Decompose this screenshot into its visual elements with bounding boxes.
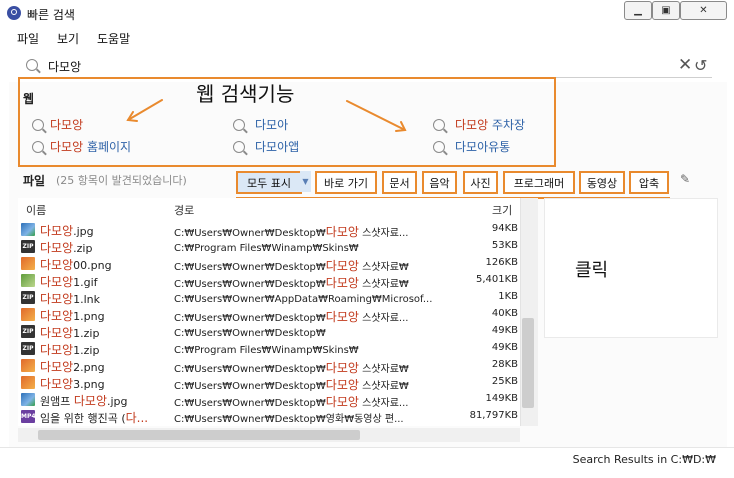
- file-png-icon: [21, 257, 35, 270]
- files-count: (25 항목이 발견되었습니다): [56, 174, 187, 187]
- file-zip-icon: ZIP: [21, 291, 35, 304]
- file-zip-icon: ZIP: [21, 325, 35, 338]
- file-name: 다모앙1.zip: [40, 343, 100, 357]
- status-text: Search Results in C:₩D:₩: [572, 453, 716, 466]
- file-jpg-icon: [21, 223, 35, 236]
- status-bar: Search Results in C:₩D:₩: [0, 447, 734, 478]
- filter-video[interactable]: 동영상: [579, 171, 625, 194]
- arrow-left: [127, 99, 163, 121]
- files-heading: 파일: [23, 174, 46, 188]
- filter-dropdown-icon[interactable]: ▼: [300, 171, 311, 192]
- file-name: 다모앙1.lnk: [40, 292, 101, 306]
- table-row[interactable]: ZIP 다모앙1.zip C:₩Users₩Owner₩Desktop₩ 49KB: [18, 323, 536, 340]
- table-row[interactable]: 다모앙2.png C:₩Users₩Owner₩Desktop₩다모앙 스샷자료₩…: [18, 357, 536, 375]
- table-row[interactable]: MP4 임을 위한 행진곡 (다... C:₩Users₩Owner₩Desktop…: [18, 408, 536, 425]
- file-name: 다모앙1.zip: [40, 326, 100, 340]
- table-row[interactable]: 다모앙.jpg C:₩Users₩Owner₩Desktop₩다모앙 스샷자료..…: [18, 221, 536, 239]
- click-annotation-label: 클릭: [575, 260, 609, 281]
- file-path: C:₩Users₩Owner₩Desktop₩: [174, 328, 326, 339]
- file-table: 이름 경로 크기 다모앙.jpg C:₩Users₩Owner₩Desktop₩다…: [18, 198, 536, 426]
- arrow-right: [346, 100, 406, 131]
- file-name: 다모앙00.png: [40, 258, 112, 272]
- file-size: 94KB: [491, 223, 518, 234]
- table-row[interactable]: 다모앙00.png C:₩Users₩Owner₩Desktop₩다모앙 스샷자료…: [18, 255, 536, 273]
- file-size: 5,401KB: [475, 274, 518, 285]
- file-size: 53KB: [491, 240, 518, 251]
- filter-program[interactable]: 프로그래머: [503, 171, 575, 194]
- file-name: 다모앙.jpg: [40, 224, 94, 238]
- file-png-icon: [21, 359, 35, 372]
- file-size: 126KB: [485, 257, 518, 268]
- table-row[interactable]: 다모앙1.png C:₩Users₩Owner₩Desktop₩다모앙 스샷자료.…: [18, 306, 536, 324]
- table-row[interactable]: 다모앙3.png C:₩Users₩Owner₩Desktop₩다모앙 스샷자료₩…: [18, 374, 536, 392]
- filter-music[interactable]: 음악: [422, 171, 457, 194]
- file-size: 25KB: [491, 376, 518, 387]
- table-row[interactable]: 원앰프 다모앙.jpg C:₩Users₩Owner₩Desktop₩다모앙 스샷…: [18, 391, 536, 409]
- table-row[interactable]: ZIP 다모앙.zip C:₩Program Files₩Winamp₩Skins₩…: [18, 238, 536, 255]
- file-size: 49KB: [491, 342, 518, 353]
- file-name: 다모앙.zip: [40, 241, 93, 255]
- file-path: C:₩Users₩Owner₩AppData₩Roaming₩Microsof.…: [174, 294, 433, 305]
- filter-all[interactable]: 모두 표시: [236, 171, 302, 194]
- file-name: 임을 위한 행진곡 (다...: [40, 411, 149, 425]
- file-zip-icon: ZIP: [21, 240, 35, 253]
- table-row[interactable]: ZIP 다모앙1.zip C:₩Program Files₩Winamp₩Skins…: [18, 340, 536, 357]
- file-size: 49KB: [491, 325, 518, 336]
- edit-icon[interactable]: ✎: [680, 172, 694, 186]
- file-png-icon: [21, 376, 35, 389]
- file-path: C:₩Users₩Owner₩Desktop₩영화₩동영상 편...: [174, 414, 404, 425]
- file-path: C:₩Program Files₩Winamp₩Skins₩: [174, 243, 359, 254]
- filter-photo[interactable]: 사진: [463, 171, 498, 194]
- file-mp4-icon: MP4: [21, 410, 36, 423]
- file-name: 다모앙1.png: [40, 309, 105, 323]
- file-size: 40KB: [491, 308, 518, 319]
- column-header-name[interactable]: 이름: [26, 202, 46, 218]
- file-size: 1KB: [498, 291, 518, 302]
- horizontal-scroll-thumb[interactable]: [38, 430, 360, 440]
- table-row[interactable]: 다모앙1.gif C:₩Users₩Owner₩Desktop₩다모앙 스샷자료₩…: [18, 272, 536, 290]
- table-row[interactable]: ZIP 다모앙1.lnk C:₩Users₩Owner₩AppData₩Roamin…: [18, 289, 536, 306]
- filter-document[interactable]: 문서: [382, 171, 417, 194]
- filter-shortcut[interactable]: 바로 가기: [315, 171, 377, 194]
- file-name: 다모앙3.png: [40, 377, 105, 391]
- file-zip-icon: ZIP: [21, 342, 35, 355]
- vertical-scroll-thumb[interactable]: [522, 318, 534, 408]
- column-header-path[interactable]: 경로: [174, 202, 194, 218]
- column-header-size[interactable]: 크기: [492, 202, 512, 218]
- file-path: C:₩Program Files₩Winamp₩Skins₩: [174, 345, 359, 356]
- file-size: 28KB: [491, 359, 518, 370]
- file-size: 149KB: [485, 393, 518, 404]
- file-gif-icon: [21, 274, 35, 287]
- file-png-icon: [21, 308, 35, 321]
- file-name: 다모앙2.png: [40, 360, 105, 374]
- file-name: 다모앙1.gif: [40, 275, 98, 289]
- file-name: 원앰프 다모앙.jpg: [40, 394, 128, 408]
- file-size: 81,797KB: [469, 410, 518, 421]
- preview-pane: [544, 198, 718, 338]
- file-jpg-icon: [21, 393, 35, 406]
- filter-archive[interactable]: 압축: [629, 171, 669, 194]
